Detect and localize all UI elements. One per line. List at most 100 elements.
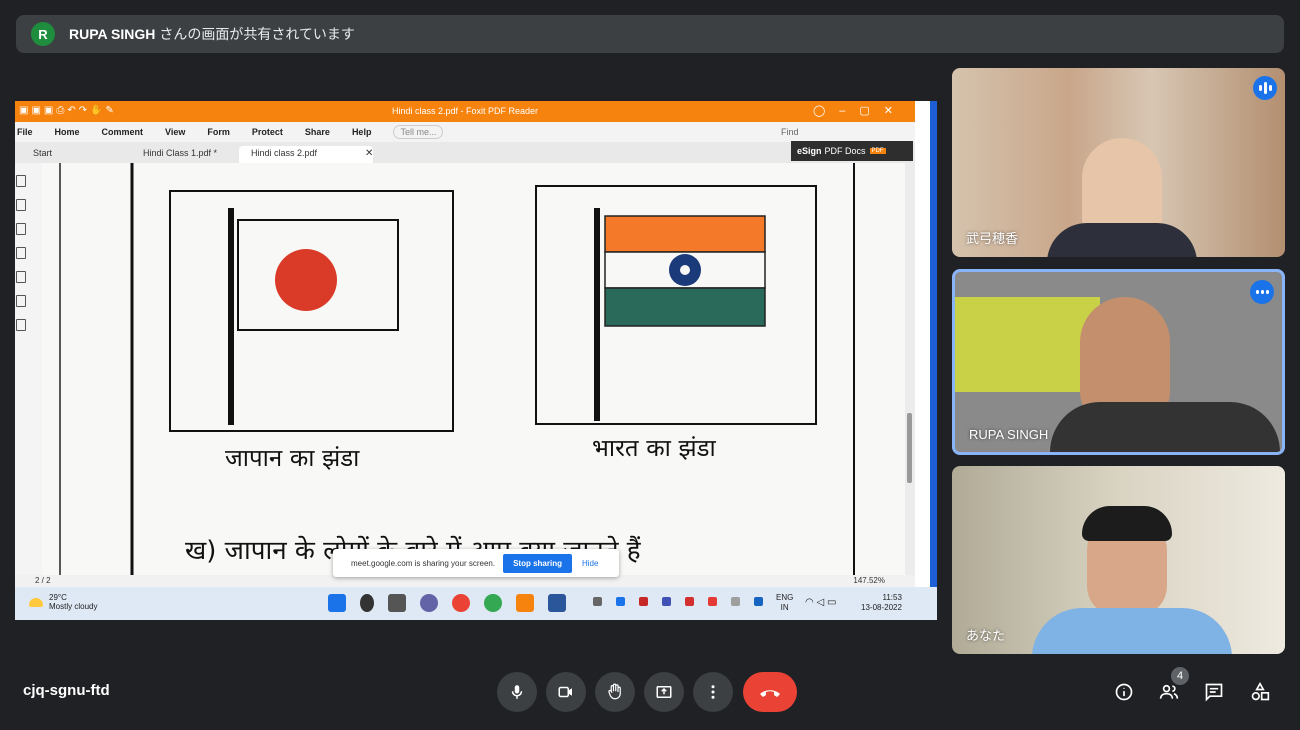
participant-tile-2[interactable]: RUPA SINGH (952, 269, 1285, 455)
lang-region: IN (780, 603, 789, 612)
esign-label: PDF Docs (824, 146, 866, 156)
security-tray-icon[interactable] (685, 597, 694, 606)
more-options-button[interactable] (693, 672, 733, 712)
taskbar-apps (328, 594, 580, 612)
search-icon[interactable] (360, 594, 374, 612)
stop-sharing-button[interactable]: Stop sharing (503, 553, 572, 573)
speaking-indicator-icon (1250, 280, 1274, 304)
defender-icon[interactable] (662, 597, 671, 606)
end-call-button[interactable] (743, 672, 797, 712)
pages-icon[interactable] (16, 199, 26, 211)
scroll-thumb[interactable] (907, 413, 912, 483)
signature-icon[interactable] (16, 319, 26, 331)
screen-share-popup: meet.google.com is sharing your screen. … (333, 549, 619, 577)
cloud-icon[interactable] (731, 597, 740, 606)
menu-file[interactable]: File (17, 127, 33, 137)
mcafee-icon[interactable] (639, 597, 648, 606)
info-icon (1115, 683, 1133, 701)
foxit-icon[interactable] (516, 594, 534, 612)
weather-widget[interactable]: 29°C Mostly cloudy (29, 593, 97, 611)
mic-tray-icon[interactable] (754, 597, 763, 606)
participant-hair (1082, 506, 1172, 541)
presenter-name: RUPA SINGH (69, 26, 156, 42)
shared-screen: ▣▣▣⎙↶↷✋✎ Hindi class 2.pdf - Foxit PDF R… (15, 101, 937, 620)
page-drawing (59, 163, 855, 581)
background-shelf (955, 297, 1100, 392)
menu-form[interactable]: Form (207, 127, 230, 137)
speaking-indicator-icon (1253, 76, 1277, 100)
chrome-icon[interactable] (452, 594, 470, 612)
menu-share[interactable]: Share (305, 127, 330, 137)
clock-date: 13-08-2022 (861, 603, 902, 612)
chat-icon (1205, 683, 1223, 702)
zoom-level[interactable]: 147.52% (853, 576, 885, 585)
page-indicator[interactable]: 2 / 2 (35, 576, 51, 585)
window-controls[interactable]: ◯–▢✕ (813, 104, 907, 117)
participant-body (1050, 402, 1280, 452)
caption-india-flag: भारत का झंडा (592, 434, 716, 462)
menu-view[interactable]: View (165, 127, 185, 137)
security-icon[interactable] (16, 295, 26, 307)
start-icon[interactable] (328, 594, 346, 612)
participant-name: あなた (966, 628, 1006, 643)
desktop-accent (930, 101, 937, 587)
pdf-title-bar: ▣▣▣⎙↶↷✋✎ Hindi class 2.pdf - Foxit PDF R… (15, 101, 915, 122)
pdf-window-title: Hindi class 2.pdf - Foxit PDF Reader (391, 106, 539, 116)
participant-name: 武弓穂香 (966, 231, 1019, 246)
activities-button[interactable] (1248, 680, 1272, 704)
clock-time: 11:53 (882, 593, 902, 602)
menu-comment[interactable]: Comment (102, 127, 144, 137)
layers-icon[interactable] (16, 247, 26, 259)
wifi-volume-battery-icon[interactable]: ◠ ◁ ▭ (805, 597, 836, 608)
comments-icon[interactable] (16, 223, 26, 235)
task-view-icon[interactable] (388, 594, 406, 612)
activities-icon (1251, 682, 1270, 701)
weather-temp: 29°C (49, 593, 67, 602)
windows-taskbar: 29°C Mostly cloudy ENG IN ◠ ◁ ▭ 11:53 13… (15, 587, 937, 620)
meeting-details-button[interactable] (1112, 680, 1136, 704)
find-input[interactable]: Find (781, 127, 901, 137)
sync-icon[interactable] (708, 597, 717, 606)
more-vert-icon (711, 685, 715, 699)
end-call-icon (760, 690, 780, 697)
presenting-message: さんの画面が共有されています (159, 26, 355, 42)
pdf-menu-bar: File Home Comment View Form Protect Shar… (15, 122, 915, 142)
bluetooth-icon[interactable] (616, 597, 625, 606)
microphone-button[interactable] (497, 672, 537, 712)
teams-icon[interactable] (420, 594, 438, 612)
taskbar-clock[interactable]: 11:53 13-08-2022 (861, 593, 902, 613)
menu-protect[interactable]: Protect (252, 127, 283, 137)
pdf-vertical-scrollbar[interactable] (905, 163, 915, 581)
participant-name: RUPA SINGH (969, 427, 1049, 442)
presenter-avatar: R (31, 22, 55, 46)
chrome-profile-icon[interactable] (484, 594, 502, 612)
tell-me-input[interactable]: Tell me... (393, 125, 444, 139)
participant-tile-1[interactable]: 武弓穂香 (952, 68, 1285, 257)
pdf-page: जापान का झंडा भारत का झंडा ख) जापान के ल… (42, 163, 905, 581)
participant-body (1032, 608, 1232, 654)
people-count-badge: 4 (1171, 667, 1189, 685)
pdf-left-toolbar (15, 163, 42, 581)
pdf-tab-bar: Start Hindi Class 1.pdf * Hindi class 2.… (15, 142, 915, 165)
meeting-control-bar: cjq-sgnu-ftd 4 (0, 667, 1300, 716)
meeting-code: cjq-sgnu-ftd (23, 682, 110, 699)
word-icon[interactable] (548, 594, 566, 612)
input-language[interactable]: ENG IN (776, 593, 793, 613)
participant-body (1047, 223, 1197, 257)
menu-home[interactable]: Home (55, 127, 80, 137)
chat-button[interactable] (1202, 680, 1226, 704)
camera-button[interactable] (546, 672, 586, 712)
bookmark-icon[interactable] (16, 175, 26, 187)
participant-tile-3[interactable]: あなた (952, 466, 1285, 654)
esign-button[interactable]: eSign PDF Docs PDF (791, 141, 913, 161)
tab-close-icon[interactable]: ✕ (365, 148, 373, 159)
present-icon (656, 686, 672, 698)
present-button[interactable] (644, 672, 684, 712)
menu-help[interactable]: Help (352, 127, 372, 137)
attachment-icon[interactable] (16, 271, 26, 283)
raise-hand-button[interactable] (595, 672, 635, 712)
weather-desc: Mostly cloudy (49, 602, 98, 611)
caption-japan-flag: जापान का झंडा (225, 444, 360, 472)
overflow-icon[interactable] (593, 597, 602, 606)
hide-button[interactable]: Hide (582, 559, 598, 568)
